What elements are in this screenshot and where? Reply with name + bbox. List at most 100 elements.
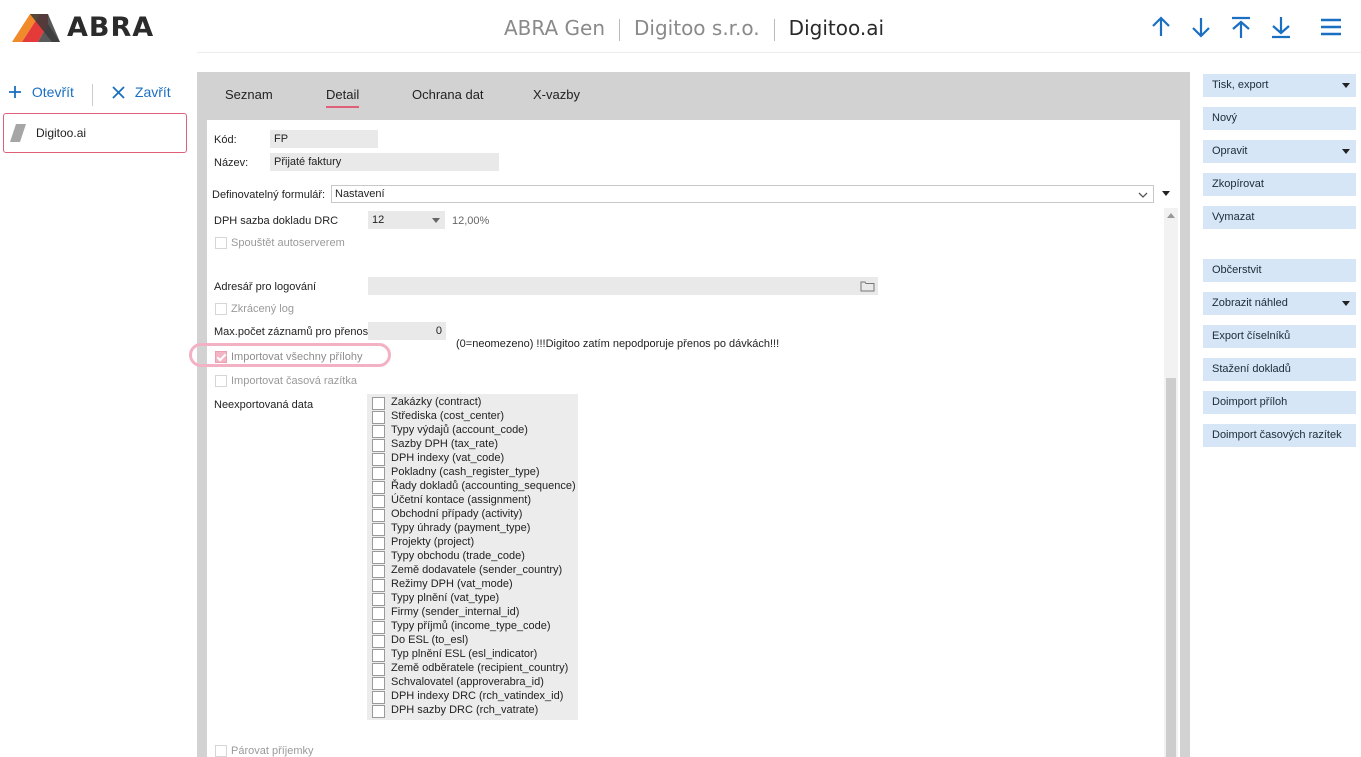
close-button[interactable]: Zavřít [112,84,171,100]
action-button-label: Tisk, export [1212,79,1269,91]
item-checkbox[interactable] [372,565,385,578]
item-checkbox[interactable] [372,439,385,452]
action-button-label: Export číselníků [1212,330,1291,342]
caret-down-icon[interactable] [1342,83,1350,88]
code-input[interactable]: FP [270,130,378,148]
folder-icon[interactable] [860,280,875,292]
action-button-label: Stažení dokladů [1212,363,1291,375]
log-dir-label: Adresář pro logování [214,281,317,293]
vat-rate-label: DPH sazba dokladu DRC [214,215,339,227]
max-records-note: (0=neomezeno) !!!Digitoo zatím nepodporu… [456,338,780,350]
max-records-input[interactable]: 0 [368,322,446,340]
item-label: Typy plnění (vat_type) [391,592,500,604]
item-checkbox[interactable] [372,481,385,494]
item-label: Řady dokladů (accounting_sequence) [391,480,576,492]
chevron-down-icon [1138,192,1148,198]
item-label: Země odběratele (recipient_country) [391,662,569,674]
item-checkbox[interactable] [372,453,385,466]
item-checkbox[interactable] [372,691,385,704]
arrow-up-icon[interactable] [1148,14,1174,40]
action-button-label: Nový [1212,112,1238,124]
item-checkbox[interactable] [372,425,385,438]
import-timestamps-checkbox[interactable] [215,375,227,387]
max-records-label: Max.počet záznamů pro přenos [214,326,369,338]
breadcrumb-item[interactable]: ABRA Gen [504,16,605,40]
action-button-label: Občerstvit [1212,264,1262,276]
action-button-label: Zobrazit náhled [1212,297,1288,309]
scroll-up-icon[interactable] [1167,213,1175,218]
action-button-label: Opravit [1212,145,1248,157]
pair-receipts-checkbox[interactable] [215,745,227,757]
caret-down-icon[interactable] [1342,301,1350,306]
item-checkbox[interactable] [372,509,385,522]
caret-down-icon[interactable] [1342,149,1350,154]
action-button-7[interactable]: Export číselníků [1203,325,1356,348]
log-dir-input[interactable] [368,277,878,295]
close-icon [112,86,125,99]
tab-seznam[interactable]: Seznam [225,87,273,102]
tab-detail[interactable]: Detail [326,87,360,108]
item-checkbox[interactable] [372,621,385,634]
item-checkbox[interactable] [372,593,385,606]
arrow-down-icon[interactable] [1188,14,1214,40]
item-checkbox[interactable] [372,579,385,592]
item-checkbox[interactable] [372,663,385,676]
item-label: Firmy (sender_internal_id) [391,606,520,618]
item-checkbox[interactable] [372,607,385,620]
form-selector-value: Nastavení [335,188,385,200]
item-checkbox[interactable] [372,523,385,536]
action-button-4[interactable]: Vymazat [1203,206,1356,229]
action-button-10[interactable]: Doimport časových razítek [1203,424,1356,447]
caret-down-icon[interactable] [1162,191,1170,196]
item-checkbox[interactable] [372,705,385,718]
item-checkbox[interactable] [372,397,385,410]
item-label: Střediska (cost_center) [391,410,505,422]
tab-x-vazby[interactable]: X-vazby [533,87,580,102]
form-selector[interactable]: Nastavení [331,185,1154,203]
vertical-scrollbar[interactable] [1164,208,1178,757]
breadcrumb-separator [773,18,775,41]
tab-bar: Seznam Detail Ochrana dat X-vazby [197,72,1190,118]
name-input[interactable]: Přijaté faktury [270,153,499,171]
divider [92,84,93,106]
open-record-label: Digitoo.ai [36,126,87,140]
action-button-label: Doimport časových razítek [1212,429,1342,441]
open-button[interactable]: Otevřít [8,84,74,100]
action-button-label: Zkopírovat [1212,178,1264,190]
item-checkbox[interactable] [372,467,385,480]
item-checkbox[interactable] [372,649,385,662]
open-record-item[interactable]: Digitoo.ai [3,113,187,153]
vat-rate-select[interactable]: 12 [368,211,445,229]
tab-ochrana-dat[interactable]: Ochrana dat [412,87,484,102]
hamburger-menu-icon[interactable] [1318,14,1344,40]
action-button-6[interactable]: Zobrazit náhled [1203,292,1356,315]
item-checkbox[interactable] [372,635,385,648]
item-checkbox[interactable] [372,411,385,424]
item-checkbox[interactable] [372,537,385,550]
action-button-2[interactable]: Opravit [1203,140,1356,163]
item-checkbox[interactable] [372,677,385,690]
arrow-to-bottom-icon[interactable] [1268,14,1294,40]
item-checkbox[interactable] [372,495,385,508]
close-button-label: Zavřít [134,84,171,100]
breadcrumb: ABRA Gen Digitoo s.r.o. Digitoo.ai [504,16,884,41]
short-log-checkbox[interactable] [215,303,227,315]
action-button-8[interactable]: Stažení dokladů [1203,358,1356,381]
scrollbar-thumb[interactable] [1166,378,1176,757]
autoserver-checkbox[interactable] [215,237,227,249]
code-label: Kód: [214,134,237,146]
action-button-0[interactable]: Tisk, export [1203,74,1356,97]
arrow-to-top-icon[interactable] [1228,14,1254,40]
import-all-attachments-checkbox[interactable] [215,351,227,363]
vat-rate-value: 12 [372,214,385,226]
item-label: Typ plnění ESL (esl_indicator) [391,648,538,660]
action-button-1[interactable]: Nový [1203,107,1356,130]
form-selector-label: Definovatelný formulář: [212,189,326,201]
non-exported-list[interactable]: Zakázky (contract) Střediska (cost_center… [367,394,578,720]
item-checkbox[interactable] [372,551,385,564]
action-button-9[interactable]: Doimport příloh [1203,391,1356,414]
action-button-3[interactable]: Zkopírovat [1203,173,1356,196]
import-timestamps-label: Importovat časová razítka [231,375,357,387]
action-button-5[interactable]: Občerstvit [1203,259,1356,282]
breadcrumb-item[interactable]: Digitoo s.r.o. [634,16,760,40]
